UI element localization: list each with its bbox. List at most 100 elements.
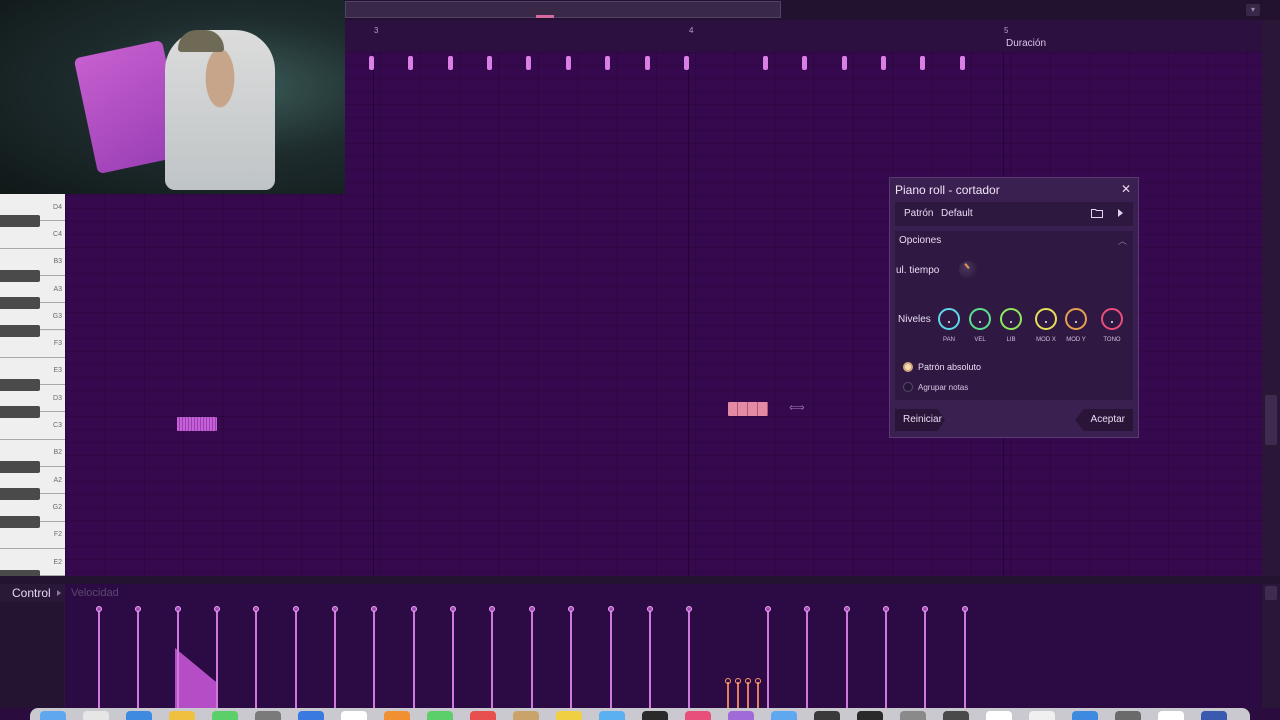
velocity-handle[interactable] bbox=[735, 678, 741, 684]
dock-app-icon[interactable] bbox=[212, 711, 238, 720]
velocity-stem[interactable] bbox=[885, 610, 887, 708]
scrollbar-thumb[interactable] bbox=[1265, 586, 1277, 600]
piano-black-key[interactable] bbox=[0, 515, 40, 528]
piano-black-key[interactable] bbox=[0, 269, 40, 282]
dock-app-icon[interactable] bbox=[1072, 711, 1098, 720]
note[interactable] bbox=[177, 417, 217, 431]
dock-app-icon[interactable] bbox=[771, 711, 797, 720]
velocity-handle[interactable] bbox=[883, 606, 889, 612]
play-arrow-icon[interactable] bbox=[1118, 209, 1123, 217]
velocity-stem[interactable] bbox=[334, 610, 336, 708]
dock-app-icon[interactable] bbox=[556, 711, 582, 720]
velocity-stem[interactable] bbox=[688, 610, 690, 708]
dock-app-icon[interactable] bbox=[1029, 711, 1055, 720]
velocity-stem[interactable] bbox=[806, 610, 808, 708]
slice-marker[interactable] bbox=[408, 56, 413, 70]
velocity-stem[interactable] bbox=[610, 610, 612, 708]
velocity-stem[interactable] bbox=[531, 610, 533, 708]
velocity-stem[interactable] bbox=[737, 682, 739, 708]
dock-app-icon[interactable] bbox=[384, 711, 410, 720]
velocity-stem[interactable] bbox=[649, 610, 651, 708]
vertical-scrollbar[interactable] bbox=[1262, 20, 1280, 576]
dock-app-icon[interactable] bbox=[1158, 711, 1184, 720]
menu-icon[interactable]: ▾ bbox=[1246, 4, 1260, 16]
velocity-handle[interactable] bbox=[922, 606, 928, 612]
velocity-handle[interactable] bbox=[725, 678, 731, 684]
velocity-stem[interactable] bbox=[177, 610, 179, 708]
dock-app-icon[interactable] bbox=[427, 711, 453, 720]
folder-icon[interactable] bbox=[1091, 208, 1103, 218]
slice-marker[interactable] bbox=[605, 56, 610, 70]
dock-app-icon[interactable] bbox=[341, 711, 367, 720]
chevron-up-icon[interactable]: ︿ bbox=[1118, 234, 1127, 247]
velocity-stem[interactable] bbox=[964, 610, 966, 708]
velocity-stem[interactable] bbox=[846, 610, 848, 708]
level-knob-tono[interactable] bbox=[1101, 308, 1123, 330]
dock-app-icon[interactable] bbox=[470, 711, 496, 720]
velocity-stem[interactable] bbox=[295, 610, 297, 708]
velocity-handle[interactable] bbox=[450, 606, 456, 612]
dock-app-icon[interactable] bbox=[900, 711, 926, 720]
velocity-grid[interactable] bbox=[65, 584, 1262, 708]
level-knob-vel[interactable] bbox=[969, 308, 991, 330]
velocity-stem[interactable] bbox=[747, 682, 749, 708]
dock-app-icon[interactable] bbox=[857, 711, 883, 720]
dock-app-icon[interactable] bbox=[814, 711, 840, 720]
velocity-stem[interactable] bbox=[757, 682, 759, 708]
time-multiplier-knob[interactable] bbox=[959, 261, 977, 279]
velocity-handle[interactable] bbox=[293, 606, 299, 612]
piano-keyboard[interactable]: D4 C4 B3 A3 G3 F3 E3 D3 C3 B2 A2 G2 F2 E2 bbox=[0, 194, 65, 576]
dock-app-icon[interactable] bbox=[728, 711, 754, 720]
velocity-handle[interactable] bbox=[568, 606, 574, 612]
slice-marker[interactable] bbox=[802, 56, 807, 70]
pattern-value[interactable]: Default bbox=[941, 208, 973, 219]
velocity-stem[interactable] bbox=[413, 610, 415, 708]
velocity-handle[interactable] bbox=[96, 606, 102, 612]
velocity-stem[interactable] bbox=[137, 610, 139, 708]
velocity-stem[interactable] bbox=[216, 610, 218, 708]
dock-app-icon[interactable] bbox=[169, 711, 195, 720]
level-knob-lib[interactable] bbox=[1000, 308, 1022, 330]
velocity-handle[interactable] bbox=[371, 606, 377, 612]
velocity-handle[interactable] bbox=[332, 606, 338, 612]
dock-app-icon[interactable] bbox=[255, 711, 281, 720]
level-knob-mod-x[interactable] bbox=[1035, 308, 1057, 330]
velocity-stem[interactable] bbox=[255, 610, 257, 708]
horizontal-scrollbar[interactable] bbox=[345, 1, 781, 18]
velocity-handle[interactable] bbox=[214, 606, 220, 612]
level-knob-pan[interactable] bbox=[938, 308, 960, 330]
close-icon[interactable]: ✕ bbox=[1119, 182, 1133, 196]
piano-black-key[interactable] bbox=[0, 379, 40, 392]
velocity-stem[interactable] bbox=[924, 610, 926, 708]
dock-app-icon[interactable] bbox=[40, 711, 66, 720]
slice-marker[interactable] bbox=[684, 56, 689, 70]
velocity-stem[interactable] bbox=[570, 610, 572, 708]
velocity-handle[interactable] bbox=[253, 606, 259, 612]
velocity-stem[interactable] bbox=[452, 610, 454, 708]
slice-marker[interactable] bbox=[920, 56, 925, 70]
velocity-stem[interactable] bbox=[373, 610, 375, 708]
dock-app-icon[interactable] bbox=[599, 711, 625, 720]
duration-marker[interactable]: Duración bbox=[1006, 38, 1046, 49]
velocity-handle[interactable] bbox=[765, 606, 771, 612]
velocity-handle[interactable] bbox=[686, 606, 692, 612]
scrollbar-thumb[interactable] bbox=[1265, 395, 1277, 445]
velocity-parameter[interactable]: Velocidad bbox=[71, 587, 119, 599]
options-title[interactable]: Opciones bbox=[899, 235, 941, 246]
velocity-handle[interactable] bbox=[489, 606, 495, 612]
note[interactable] bbox=[728, 402, 768, 416]
piano-black-key[interactable] bbox=[0, 488, 40, 501]
dock-app-icon[interactable] bbox=[986, 711, 1012, 720]
dock-app-icon[interactable] bbox=[298, 711, 324, 720]
piano-black-key[interactable] bbox=[0, 461, 40, 473]
pattern-selector[interactable]: Patrón Default bbox=[895, 202, 1133, 226]
slice-marker[interactable] bbox=[369, 56, 374, 70]
slice-marker[interactable] bbox=[645, 56, 650, 70]
velocity-stem[interactable] bbox=[767, 610, 769, 708]
slice-marker[interactable] bbox=[487, 56, 492, 70]
velocity-handle[interactable] bbox=[804, 606, 810, 612]
scrollbar-thumb[interactable] bbox=[536, 15, 554, 18]
slice-marker[interactable] bbox=[526, 56, 531, 70]
reset-button[interactable]: Reiniciar bbox=[895, 409, 945, 431]
dock-app-icon[interactable] bbox=[943, 711, 969, 720]
